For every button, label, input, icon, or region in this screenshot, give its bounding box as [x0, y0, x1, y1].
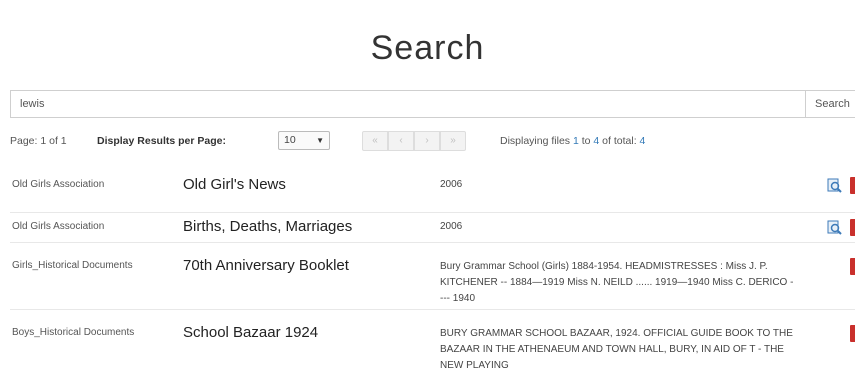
- last-page-button[interactable]: »: [440, 131, 466, 151]
- first-page-button[interactable]: «: [362, 131, 388, 151]
- search-button[interactable]: Search: [805, 90, 855, 118]
- result-title[interactable]: 70th Anniversary Booklet: [183, 257, 349, 274]
- result-description: BURY GRAMMAR SCHOOL BAZAAR, 1924. OFFICI…: [440, 328, 793, 371]
- result-category: Girls_Historical Documents: [12, 260, 133, 271]
- results-count-prefix: Displaying files: [500, 135, 571, 147]
- result-title[interactable]: Old Girl's News: [183, 176, 286, 193]
- result-title[interactable]: Births, Deaths, Marriages: [183, 218, 352, 235]
- result-category: Boys_Historical Documents: [12, 327, 135, 338]
- results-count: Displaying files 1 to 4 of total: 4: [500, 128, 645, 154]
- page-info: Page: 1 of 1: [10, 135, 67, 147]
- result-category: Old Girls Association: [12, 179, 105, 190]
- result-row[interactable]: Old Girls Association Births, Deaths, Ma…: [10, 212, 855, 243]
- pdf-file-icon[interactable]: [850, 258, 855, 275]
- page-title: Search: [370, 28, 485, 67]
- per-page-select[interactable]: 10 ▼: [278, 131, 330, 150]
- pdf-file-icon[interactable]: [850, 177, 855, 194]
- magnifier-document-icon[interactable]: [827, 178, 842, 193]
- result-description: 2006: [440, 221, 463, 232]
- pdf-file-icon[interactable]: [850, 219, 855, 236]
- results-to-word: to: [581, 135, 591, 147]
- per-page-value: 10: [284, 134, 296, 146]
- magnifier-document-icon[interactable]: [827, 220, 842, 235]
- results-total: 4: [639, 135, 646, 147]
- prev-page-button[interactable]: ‹: [388, 131, 414, 151]
- result-row[interactable]: Girls_Historical Documents 70th Annivers…: [10, 243, 855, 310]
- chevron-down-icon: ▼: [316, 136, 324, 145]
- result-description: 2006: [440, 179, 463, 190]
- search-input[interactable]: [10, 90, 805, 118]
- results-from: 1: [572, 135, 579, 147]
- results-of: of total:: [602, 135, 637, 147]
- result-title[interactable]: School Bazaar 1924: [183, 324, 318, 341]
- per-page-label: Display Results per Page:: [97, 135, 226, 147]
- result-description: Bury Grammar School (Girls) 1884-1954. H…: [440, 261, 794, 304]
- pdf-file-icon[interactable]: [850, 325, 855, 342]
- result-category: Old Girls Association: [12, 221, 105, 232]
- next-page-button[interactable]: ›: [414, 131, 440, 151]
- result-row[interactable]: Boys_Historical Documents School Bazaar …: [10, 310, 855, 372]
- result-row[interactable]: Old Girls Association Old Girl's News 20…: [10, 170, 855, 213]
- results-to: 4: [593, 135, 600, 147]
- pagination-bar: Page: 1 of 1 Display Results per Page: 1…: [10, 128, 855, 154]
